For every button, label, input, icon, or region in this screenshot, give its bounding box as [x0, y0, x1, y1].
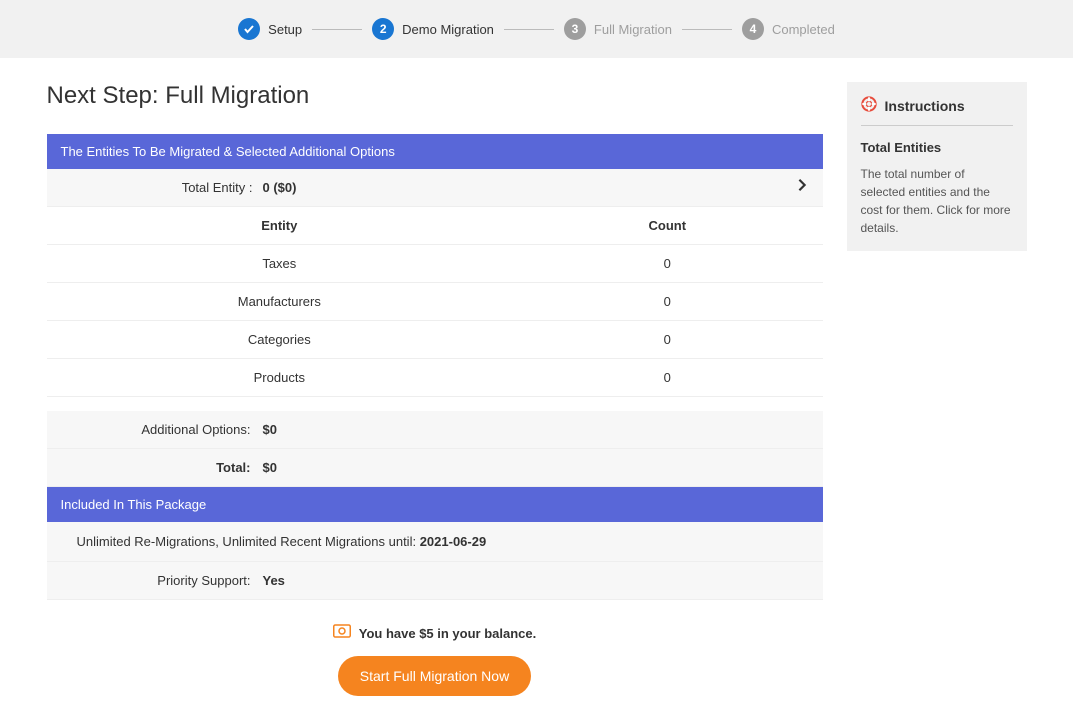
total-label: Total: [63, 460, 263, 475]
step-demo-migration[interactable]: 2 Demo Migration [372, 18, 494, 40]
priority-support-row: Priority Support: Yes [47, 562, 823, 600]
col-count: Count [512, 207, 822, 245]
step-completed[interactable]: 4 Completed [742, 18, 835, 40]
stepper-bar: Setup 2 Demo Migration 3 Full Migration … [0, 0, 1073, 58]
total-entity-row[interactable]: Total Entity : 0 ($0) [47, 169, 823, 207]
entity-count: 0 [512, 321, 822, 359]
step-line [312, 29, 362, 30]
check-icon [238, 18, 260, 40]
step-label: Full Migration [594, 22, 672, 37]
table-row: Products0 [47, 359, 823, 397]
entities-header: The Entities To Be Migrated & Selected A… [47, 134, 823, 169]
package-text: Unlimited Re-Migrations, Unlimited Recen… [77, 534, 417, 549]
table-row: Manufacturers0 [47, 283, 823, 321]
balance-row: You have $5 in your balance. [47, 624, 823, 642]
balance-text: You have $5 in your balance. [359, 626, 537, 641]
step-number-icon: 3 [564, 18, 586, 40]
priority-label: Priority Support: [63, 573, 263, 588]
step-line [504, 29, 554, 30]
table-row: Taxes0 [47, 245, 823, 283]
total-entity-value: 0 ($0) [263, 180, 297, 195]
package-body: Unlimited Re-Migrations, Unlimited Recen… [47, 522, 823, 562]
step-number-icon: 2 [372, 18, 394, 40]
money-icon [333, 624, 351, 642]
instructions-body: The total number of selected entities an… [861, 165, 1013, 237]
sidebar: Instructions Total Entities The total nu… [847, 82, 1027, 251]
entity-table: Entity Count Taxes0Manufacturers0Categor… [47, 207, 823, 397]
col-entity: Entity [47, 207, 513, 245]
step-setup[interactable]: Setup [238, 18, 302, 40]
instructions-box: Instructions Total Entities The total nu… [847, 82, 1027, 251]
step-label: Demo Migration [402, 22, 494, 37]
main-column: Next Step: Full Migration The Entities T… [47, 82, 823, 696]
step-full-migration[interactable]: 3 Full Migration [564, 18, 672, 40]
additional-options-value: $0 [263, 422, 277, 437]
total-row: Total: $0 [47, 449, 823, 487]
total-entity-label: Total Entity : [63, 180, 263, 195]
step-label: Completed [772, 22, 835, 37]
start-full-migration-button[interactable]: Start Full Migration Now [338, 656, 531, 696]
chevron-right-icon [797, 178, 807, 197]
step-line [682, 29, 732, 30]
total-value: $0 [263, 460, 277, 475]
package-header: Included In This Package [47, 487, 823, 522]
step-label: Setup [268, 22, 302, 37]
entity-count: 0 [512, 245, 822, 283]
additional-options-row: Additional Options: $0 [47, 411, 823, 449]
priority-value: Yes [263, 573, 285, 588]
instructions-title: Instructions [885, 98, 965, 114]
page-title: Next Step: Full Migration [47, 82, 823, 110]
entity-name: Taxes [47, 245, 513, 283]
package-date: 2021-06-29 [420, 534, 487, 549]
entity-name: Manufacturers [47, 283, 513, 321]
instructions-heading: Total Entities [861, 140, 1013, 155]
entity-name: Categories [47, 321, 513, 359]
entity-count: 0 [512, 283, 822, 321]
step-number-icon: 4 [742, 18, 764, 40]
entity-count: 0 [512, 359, 822, 397]
table-row: Categories0 [47, 321, 823, 359]
additional-options-label: Additional Options: [63, 422, 263, 437]
life-ring-icon [861, 96, 877, 115]
entity-name: Products [47, 359, 513, 397]
